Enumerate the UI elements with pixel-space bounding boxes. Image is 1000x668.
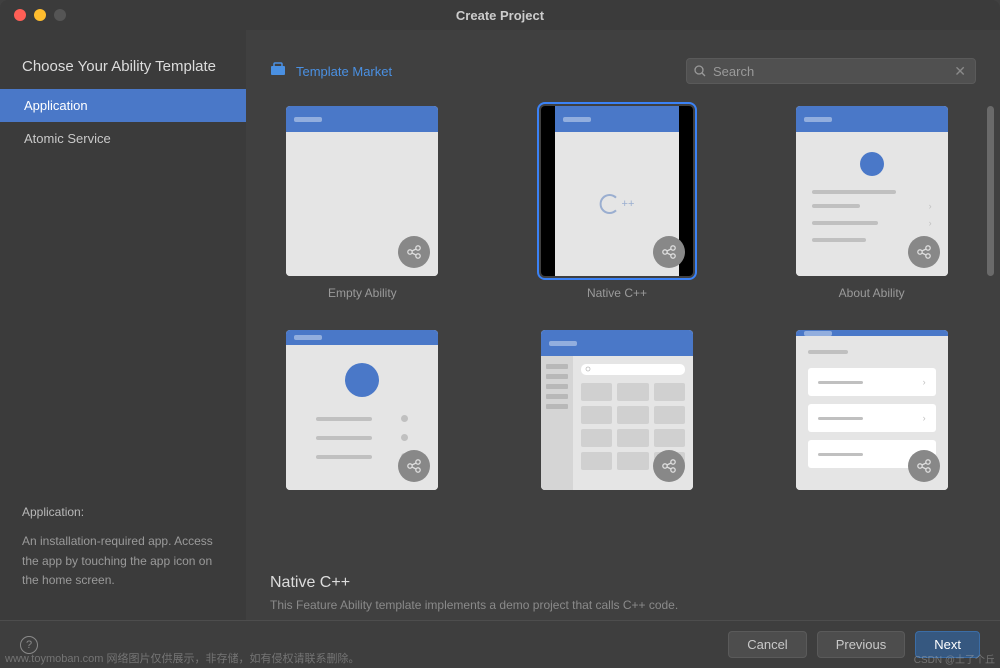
share-icon bbox=[908, 236, 940, 268]
template-market-icon bbox=[270, 62, 286, 81]
detail-description: This Feature Ability template implements… bbox=[270, 598, 976, 612]
template-gallery: Empty Ability ++ bbox=[270, 98, 986, 560]
window-title: Create Project bbox=[0, 8, 1000, 23]
sidebar-item-application[interactable]: Application bbox=[0, 89, 246, 122]
toolbar: Template Market ✕ bbox=[246, 30, 1000, 98]
template-label: About Ability bbox=[839, 286, 905, 300]
share-icon bbox=[653, 236, 685, 268]
watermark-right: CSDN @土了个丘 bbox=[914, 651, 995, 666]
template-card-about-ability[interactable]: › › › bbox=[796, 106, 948, 276]
search-field[interactable]: ✕ bbox=[686, 58, 976, 84]
sidebar: Choose Your Ability Template Application… bbox=[0, 30, 246, 620]
watermark-left: www.toymoban.com 网络图片仅供展示，非存储，如有侵权请联系删除。 bbox=[5, 650, 359, 666]
sidebar-desc-title: Application: bbox=[22, 503, 224, 522]
sidebar-desc-text: An installation-required app. Access the… bbox=[22, 532, 224, 590]
template-card[interactable]: › › › bbox=[796, 330, 948, 490]
sidebar-item-atomic-service[interactable]: Atomic Service bbox=[0, 122, 246, 155]
share-icon bbox=[908, 450, 940, 482]
sidebar-description: Application: An installation-required ap… bbox=[0, 503, 246, 620]
search-input[interactable] bbox=[707, 64, 951, 79]
cancel-button[interactable]: Cancel bbox=[728, 631, 806, 658]
window-titlebar: Create Project bbox=[0, 0, 1000, 30]
template-label: Native C++ bbox=[587, 286, 647, 300]
previous-button[interactable]: Previous bbox=[817, 631, 906, 658]
template-detail: Native C++ This Feature Ability template… bbox=[246, 560, 1000, 620]
cpp-icon: ++ bbox=[600, 194, 635, 214]
template-card-empty-ability[interactable] bbox=[286, 106, 438, 276]
share-icon bbox=[653, 450, 685, 482]
clear-search-icon[interactable]: ✕ bbox=[951, 63, 969, 80]
template-label: Empty Ability bbox=[328, 286, 397, 300]
detail-title: Native C++ bbox=[270, 574, 976, 592]
template-card-native-cpp[interactable]: ++ bbox=[541, 106, 693, 276]
page-heading: Choose Your Ability Template bbox=[0, 58, 246, 89]
scrollbar[interactable] bbox=[987, 106, 994, 560]
template-card[interactable] bbox=[541, 330, 693, 490]
search-icon bbox=[693, 64, 707, 78]
template-market-link[interactable]: Template Market bbox=[296, 64, 392, 79]
template-card[interactable] bbox=[286, 330, 438, 490]
